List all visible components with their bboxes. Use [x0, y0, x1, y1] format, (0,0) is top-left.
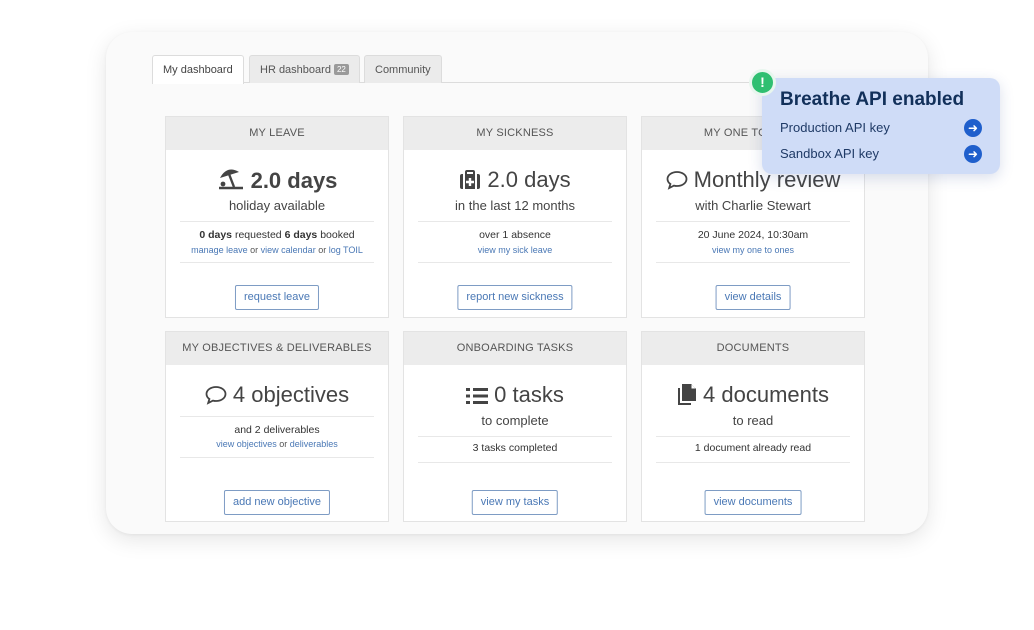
view-objectives-link[interactable]: view objectives: [216, 439, 277, 449]
divider: [180, 416, 374, 417]
log-toil-link[interactable]: log TOIL: [329, 245, 363, 255]
card-title: ONBOARDING TASKS: [404, 332, 626, 365]
card-title: DOCUMENTS: [642, 332, 864, 365]
beach-umbrella-icon: [217, 167, 245, 197]
onboarding-card: ONBOARDING TASKS 0 tasks to complete 3 t…: [403, 331, 627, 522]
one-to-one-links: view my one to ones: [642, 245, 864, 255]
divider: [180, 262, 374, 263]
divider: [656, 262, 850, 263]
tab-label: Community: [375, 64, 431, 76]
production-api-key-row[interactable]: Production API key ➜: [780, 117, 982, 139]
sickness-subtitle: in the last 12 months: [455, 198, 575, 213]
manage-leave-link[interactable]: manage leave: [191, 245, 248, 255]
view-one-to-ones-link[interactable]: view my one to ones: [712, 245, 794, 255]
tasks-subtitle: to complete: [481, 413, 549, 428]
documents-subtitle: to read: [732, 413, 774, 428]
sickness-detail: over 1 absence: [479, 229, 551, 241]
leave-links: manage leave or view calendar or log TOI…: [191, 245, 363, 255]
tab-label: My dashboard: [163, 64, 233, 76]
tab-my-dashboard[interactable]: My dashboard: [152, 55, 244, 84]
tab-hr-dashboard[interactable]: HR dashboard 22: [249, 55, 360, 83]
divider: [656, 462, 850, 463]
divider: [656, 221, 850, 222]
view-tasks-button[interactable]: view my tasks: [471, 490, 559, 515]
objectives-links: view objectives or deliverables: [216, 439, 338, 449]
view-calendar-link[interactable]: view calendar: [261, 245, 316, 255]
report-sickness-button[interactable]: report new sickness: [457, 285, 573, 310]
view-sick-leave-link[interactable]: view my sick leave: [478, 245, 553, 255]
count-badge: 22: [333, 64, 349, 75]
speech-bubble-icon: [666, 170, 688, 196]
arrow-right-icon[interactable]: ➜: [964, 145, 982, 163]
api-popup-title: Breathe API enabled: [780, 89, 965, 110]
medical-kit-icon: [459, 170, 481, 196]
divider: [180, 221, 374, 222]
my-leave-card: MY LEAVE 2.0 days holiday available 0 da…: [165, 116, 389, 318]
one-to-one-date: 20 June 2024, 10:30am: [697, 229, 809, 241]
card-title: MY LEAVE: [166, 117, 388, 150]
card-title: MY OBJECTIVES & DELIVERABLES: [166, 332, 388, 365]
divider: [418, 262, 612, 263]
deliverables-link[interactable]: deliverables: [290, 439, 338, 449]
documents-icon: [677, 383, 697, 411]
list-icon: [466, 385, 489, 411]
divider: [180, 457, 374, 458]
documents-detail: 1 document already read: [694, 442, 812, 454]
tasks-detail: 3 tasks completed: [472, 442, 558, 454]
api-popup: Breathe API enabled Production API key ➜…: [762, 78, 1000, 174]
leave-subtitle: holiday available: [228, 198, 326, 213]
documents-value: 4 documents: [642, 382, 864, 411]
tab-bar: My dashboard HR dashboard 22 Community: [152, 55, 772, 84]
arrow-right-icon[interactable]: ➜: [964, 119, 982, 137]
sickness-links: view my sick leave: [404, 245, 626, 255]
my-sickness-card: MY SICKNESS 2.0 days in the last 12 mont…: [403, 116, 627, 318]
divider: [418, 221, 612, 222]
documents-card: DOCUMENTS 4 documents to read 1 document…: [641, 331, 865, 522]
leave-request-summary: 0 days requested 6 days booked: [199, 229, 355, 241]
view-documents-button[interactable]: view documents: [704, 490, 802, 515]
objectives-value: 4 objectives: [166, 382, 388, 411]
divider: [656, 436, 850, 437]
divider: [418, 436, 612, 437]
objectives-card: MY OBJECTIVES & DELIVERABLES 4 objective…: [165, 331, 389, 522]
speech-bubble-icon: [205, 385, 227, 411]
tab-label: HR dashboard: [260, 64, 331, 76]
leave-value: 2.0 days: [166, 167, 388, 197]
divider: [418, 462, 612, 463]
alert-icon: !: [749, 69, 776, 96]
api-row-label: Sandbox API key: [780, 146, 880, 161]
api-row-label: Production API key: [780, 120, 890, 135]
sickness-value: 2.0 days: [404, 167, 626, 196]
tab-community[interactable]: Community: [364, 55, 442, 83]
card-title: MY SICKNESS: [404, 117, 626, 150]
tasks-value: 0 tasks: [404, 382, 626, 411]
one-to-one-subtitle: with Charlie Stewart: [695, 198, 811, 213]
add-objective-button[interactable]: add new objective: [223, 490, 331, 515]
sandbox-api-key-row[interactable]: Sandbox API key ➜: [780, 143, 982, 165]
view-details-button[interactable]: view details: [715, 285, 791, 310]
objectives-detail: and 2 deliverables: [234, 424, 320, 436]
request-leave-button[interactable]: request leave: [234, 285, 320, 310]
